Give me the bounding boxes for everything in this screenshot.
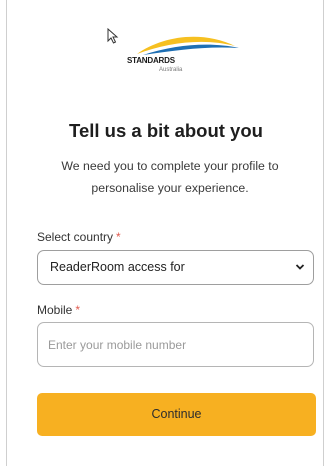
logo-wordmark: STANDARDS [127, 56, 175, 65]
page-title: Tell us a bit about you [69, 120, 263, 141]
profile-description: We need you to complete your profile to … [61, 159, 279, 195]
required-indicator: * [116, 230, 121, 244]
continue-button[interactable]: Continue [37, 393, 316, 436]
chevron-down-icon [295, 264, 305, 270]
mobile-label-text: Mobile [37, 303, 73, 317]
required-indicator: * [75, 303, 81, 317]
mouse-cursor-icon [107, 28, 119, 44]
country-select-value: ReaderRoom access for [50, 260, 185, 274]
mobile-input[interactable] [38, 323, 313, 366]
profile-card: STANDARDS Australia Tell us a bit about … [6, 0, 324, 466]
standards-australia-logo: STANDARDS Australia [107, 28, 257, 92]
mobile-label: Mobile * [37, 303, 80, 317]
country-select[interactable]: ReaderRoom access for [37, 250, 314, 285]
logo-subtitle: Australia [159, 67, 183, 73]
profile-screen: STANDARDS Australia Tell us a bit about … [0, 0, 336, 466]
country-label: Select country * [37, 230, 121, 244]
country-label-text: Select country [37, 230, 114, 244]
mobile-input-wrapper [37, 322, 314, 367]
